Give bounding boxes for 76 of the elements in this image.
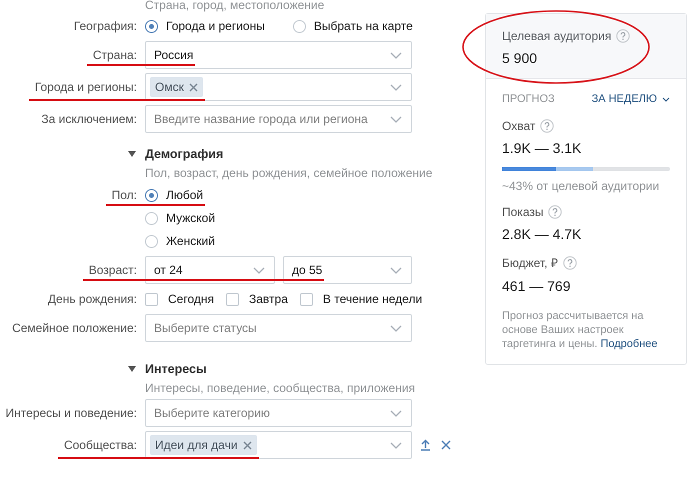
section-subtitle: Интересы, поведение, сообщества, приложения <box>144 381 416 395</box>
option-label: Завтра <box>249 292 288 306</box>
select-field[interactable]: до 55 <box>283 256 412 284</box>
chevron-down-icon <box>253 266 265 274</box>
field-label: Возраст: <box>88 263 137 277</box>
collapse-triangle-icon[interactable] <box>128 366 136 372</box>
radio-button[interactable] <box>145 212 158 224</box>
chevron-down-icon <box>390 84 402 90</box>
metric-label: Охват <box>502 119 536 133</box>
field-label: За исключением: <box>41 112 137 126</box>
chevron-down-icon <box>390 442 402 448</box>
chevron-down-icon <box>390 324 402 332</box>
select-field[interactable]: Идеи для дачи <box>145 431 412 459</box>
select-field[interactable]: Омск <box>145 73 412 101</box>
audience-label: Целевая аудитория <box>502 29 612 43</box>
chevron-down-icon <box>390 266 402 274</box>
field-label: Сообщества: <box>64 438 137 452</box>
select-field[interactable]: Россия <box>145 41 412 69</box>
radio-button[interactable] <box>145 20 158 32</box>
select-field[interactable]: Выберите статусы <box>145 314 412 342</box>
radio-button[interactable] <box>145 234 158 248</box>
close-icon[interactable] <box>441 440 451 450</box>
tag-chip[interactable]: Омск <box>150 77 203 97</box>
radio-button[interactable] <box>145 188 158 202</box>
option-label: Мужской <box>166 211 216 225</box>
placeholder: Выберите статусы <box>154 321 257 335</box>
audience-value: 5 900 <box>502 50 538 66</box>
help-icon[interactable] <box>616 29 630 43</box>
chevron-down-icon <box>662 96 670 102</box>
option-label: Женский <box>166 234 215 248</box>
field-label: Семейное положение: <box>12 321 137 335</box>
section-title[interactable]: Демография <box>145 147 224 161</box>
placeholder: Выберите категорию <box>154 406 270 420</box>
metric-value: 1.9K — 3.1K <box>502 140 582 156</box>
remove-icon[interactable] <box>188 82 198 92</box>
section-title[interactable]: Интересы <box>145 362 207 376</box>
metric-note: ~43% от целевой аудитории <box>502 179 660 193</box>
tag-chip[interactable]: Идеи для дачи <box>150 435 257 455</box>
help-icon[interactable] <box>548 205 562 219</box>
field-label: Страна: <box>92 48 137 62</box>
select-field[interactable]: от 24 <box>145 256 275 284</box>
section-hint: Страна, город, местоположение <box>144 0 326 14</box>
metric-value: 461 — 769 <box>502 278 572 294</box>
chevron-down-icon <box>390 410 402 416</box>
option-label: В течение недели <box>322 292 422 306</box>
field-label: География: <box>74 19 137 33</box>
checkbox[interactable] <box>145 292 158 306</box>
chevron-down-icon <box>390 52 402 58</box>
field-label: Города и регионы: <box>34 80 137 94</box>
metric-value: 2.8K — 4.7K <box>502 226 582 242</box>
help-icon[interactable] <box>562 256 577 270</box>
remove-icon[interactable] <box>242 440 252 450</box>
help-icon[interactable] <box>540 119 554 133</box>
section-subtitle: Пол, возраст, день рождения, семейное положение <box>144 166 434 180</box>
field-label: Пол: <box>112 188 137 202</box>
upload-icon[interactable] <box>420 439 431 451</box>
select-field[interactable]: Выберите категорию <box>145 399 412 427</box>
option-label: Выбрать на карте <box>314 19 413 33</box>
select-field[interactable]: Введите название города или региона <box>145 105 412 133</box>
checkbox[interactable] <box>300 292 313 306</box>
forecast-title: ПРОГНОЗ <box>502 93 555 105</box>
collapse-triangle-icon[interactable] <box>128 151 136 157</box>
placeholder: Введите название города или региона <box>154 112 368 126</box>
forecast-footnote: Прогноз рассчитывается на основе Ваших настроек таргетинга и цены. Подробнее <box>502 309 659 351</box>
checkbox[interactable] <box>226 292 239 306</box>
chevron-down-icon <box>390 116 402 122</box>
radio-button[interactable] <box>292 20 306 32</box>
option-label: Города и регионы <box>166 19 265 33</box>
metric-label: Бюджет, ₽ <box>502 255 558 271</box>
field-label: Интересы и поведение: <box>6 406 137 420</box>
field-label: День рождения: <box>48 292 137 306</box>
option-label: Любой <box>166 188 204 202</box>
period-dropdown[interactable]: ЗА НЕДЕЛЮ <box>592 93 670 105</box>
option-label: Сегодня <box>168 292 214 306</box>
metric-label: Показы <box>502 205 544 219</box>
more-link[interactable]: Подробнее <box>600 338 658 350</box>
